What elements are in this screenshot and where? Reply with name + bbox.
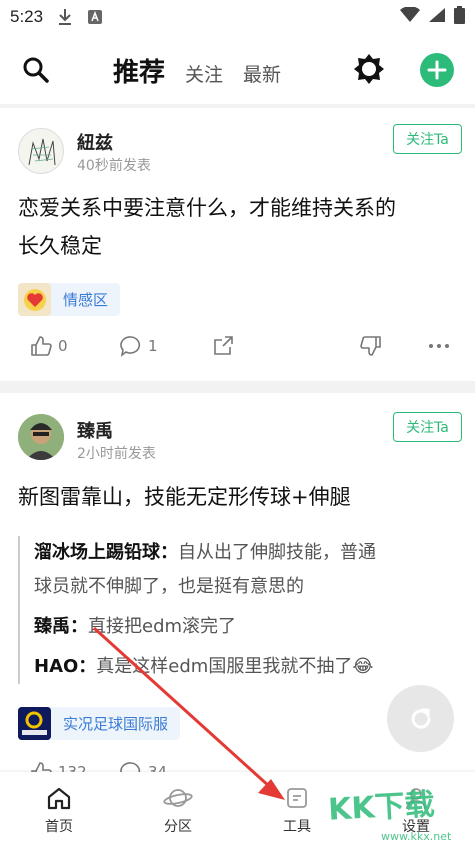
refresh-button[interactable] xyxy=(387,685,454,752)
refresh-icon xyxy=(411,708,431,728)
dislike-button[interactable] xyxy=(360,335,382,357)
watermark-url: www.kkx.net xyxy=(381,830,452,843)
status-bar: 5:23 xyxy=(0,0,475,34)
post-card[interactable]: 紐兹 40秒前发表 关注Ta 恋爱关系中要注意什么，才能维持关系的 长久稳定 情… xyxy=(0,108,475,381)
follow-button[interactable]: 关注Ta xyxy=(393,124,462,154)
comment-button[interactable]: 1 xyxy=(120,335,158,357)
comment-line: 臻禹：直接把edm滚完了 xyxy=(34,616,237,637)
top-bar: 推荐 关注 最新 xyxy=(0,34,475,104)
category-tag-label: 实况足球国际服 xyxy=(63,715,169,733)
app-notification-icon xyxy=(87,9,103,25)
like-count: 0 xyxy=(58,337,68,355)
thumbs-down-icon xyxy=(360,336,381,356)
post-title[interactable]: 恋爱关系中要注意什么，才能维持关系的 长久稳定 xyxy=(18,189,458,265)
nav-home[interactable]: 首页 xyxy=(0,772,118,846)
add-post-button[interactable] xyxy=(420,53,454,87)
signal-icon xyxy=(428,7,446,27)
username[interactable]: 臻禹 xyxy=(77,417,113,443)
comment-line: 溜冰场上踢铅球：自从出了伸脚技能，普通 xyxy=(34,542,376,563)
follow-button[interactable]: 关注Ta xyxy=(393,412,462,442)
share-button[interactable] xyxy=(212,335,234,357)
download-icon xyxy=(57,8,73,26)
wifi-icon xyxy=(400,6,420,27)
avatar[interactable] xyxy=(18,414,64,460)
comment-line: HAO：真是这样edm国服里我就不抽了😂 xyxy=(34,656,374,677)
username[interactable]: 紐兹 xyxy=(77,129,113,155)
comment-count: 1 xyxy=(148,337,158,355)
battery-icon xyxy=(454,6,465,28)
watermark-logo: KK下载 xyxy=(327,787,436,828)
share-icon xyxy=(214,336,233,355)
tab-follow[interactable]: 关注 xyxy=(185,60,223,87)
category-tag[interactable]: 情感区 xyxy=(18,283,121,316)
nav-category[interactable]: 分区 xyxy=(119,772,237,846)
post-actions: 0 1 xyxy=(0,335,475,365)
post-title[interactable]: 新图雷靠山，技能无定形传球+伸腿 xyxy=(18,478,458,516)
planet-icon xyxy=(163,789,193,807)
comment-preview[interactable]: 溜冰场上踢铅球：自从出了伸脚技能，普通 球员就不伸脚了，也是挺有意思的 臻禹：直… xyxy=(18,536,458,684)
search-icon[interactable] xyxy=(22,56,50,88)
avatar[interactable] xyxy=(18,128,64,174)
post-time: 40秒前发表 xyxy=(77,158,151,174)
home-icon xyxy=(47,787,71,810)
heart-icon xyxy=(18,283,51,316)
tab-latest[interactable]: 最新 xyxy=(243,60,281,87)
efootball-logo-icon xyxy=(18,707,51,740)
post-time: 2小时前发表 xyxy=(77,446,156,462)
more-icon[interactable] xyxy=(428,335,450,357)
theme-settings-icon[interactable] xyxy=(353,53,385,89)
category-tag-label: 情感区 xyxy=(63,291,109,309)
comment-icon xyxy=(120,336,141,357)
like-button[interactable]: 0 xyxy=(30,335,68,357)
tab-recommend[interactable]: 推荐 xyxy=(113,52,165,89)
thumbs-up-icon xyxy=(31,336,52,356)
status-time: 5:23 xyxy=(10,7,44,26)
feed-tabs: 推荐 关注 最新 xyxy=(113,52,281,89)
tools-icon xyxy=(287,788,307,808)
category-tag[interactable]: 实况足球国际服 xyxy=(18,707,181,740)
